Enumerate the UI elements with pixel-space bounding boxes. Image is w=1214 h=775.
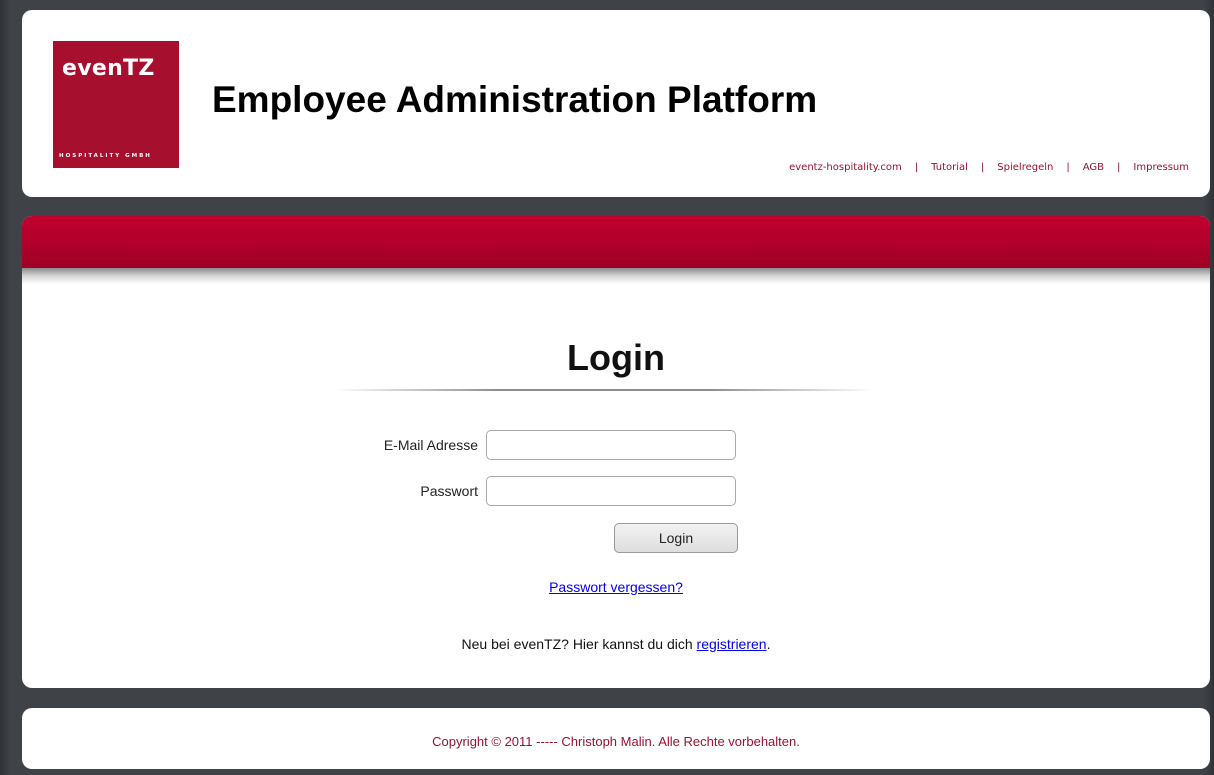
logo-subtext: HOSPITALITY GMBH [59, 153, 152, 159]
platform-title: Employee Administration Platform [212, 79, 818, 120]
register-prefix: Neu bei evenTZ? Hier kannst du dich [461, 636, 697, 652]
register-suffix: . [766, 636, 771, 652]
link-tutorial[interactable]: Tutorial [931, 162, 968, 173]
link-spielregeln[interactable]: Spielregeln [997, 162, 1053, 173]
footer-panel: Copyright © 2011 ----- Christoph Malin. … [22, 708, 1210, 769]
logo-text: evenTZ [62, 56, 155, 81]
copyright-text: Copyright © 2011 ----- Christoph Malin. … [432, 734, 800, 749]
password-label: Passwort [420, 483, 478, 499]
register-row: Neu bei evenTZ? Hier kannst du dich regi… [22, 636, 1210, 652]
link-eventz-hospitality[interactable]: eventz-hospitality.com [789, 162, 902, 173]
login-button[interactable]: Login [614, 523, 738, 553]
register-link[interactable]: registrieren [697, 636, 767, 652]
banner-shadow [22, 268, 1210, 284]
red-banner [22, 216, 1210, 268]
nav-separator: | [1117, 162, 1121, 173]
link-agb[interactable]: AGB [1083, 162, 1104, 173]
top-nav-links: eventz-hospitality.com | Tutorial | Spie… [789, 162, 1189, 173]
header-panel: evenTZ HOSPITALITY GMBH Employee Adminis… [22, 10, 1210, 197]
heading-divider [334, 389, 874, 391]
nav-separator: | [914, 162, 919, 173]
login-heading: Login [567, 337, 665, 378]
forgot-password-link[interactable]: Passwort vergessen? [549, 579, 683, 595]
main-panel: Login E-Mail Adresse Passwort Login Pass… [22, 216, 1210, 688]
nav-separator: | [1066, 162, 1070, 173]
forgot-password-row: Passwort vergessen? [22, 579, 1210, 595]
email-input[interactable] [486, 430, 736, 460]
password-input[interactable] [486, 476, 736, 506]
link-impressum[interactable]: Impressum [1133, 162, 1189, 173]
email-label: E-Mail Adresse [383, 437, 478, 453]
nav-separator: | [980, 162, 985, 173]
eventz-logo[interactable]: evenTZ HOSPITALITY GMBH [53, 41, 179, 168]
